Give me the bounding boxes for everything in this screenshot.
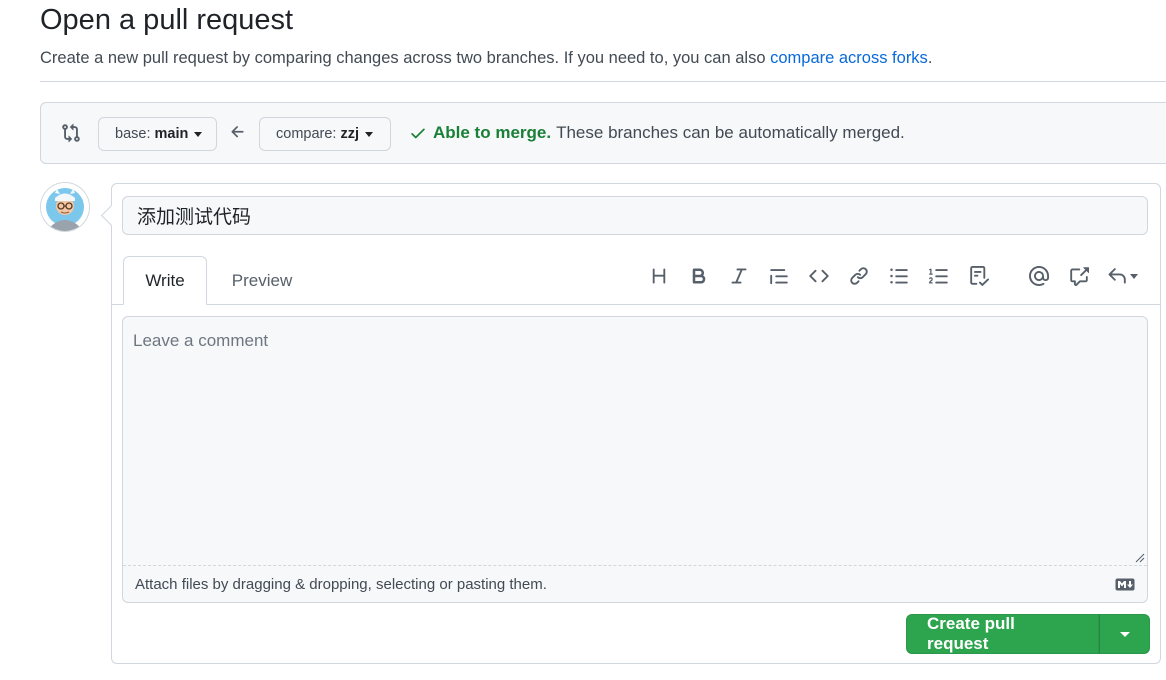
merge-status: Able to merge. These branches can be aut… xyxy=(409,123,905,143)
attach-files-bar[interactable]: Attach files by dragging & dropping, sel… xyxy=(123,565,1147,602)
create-pr-button-group: Create pull request xyxy=(906,614,1150,654)
saved-replies-icon[interactable] xyxy=(1107,264,1147,288)
chevron-down-icon xyxy=(194,131,203,137)
merge-description: These branches can be automatically merg… xyxy=(556,123,905,142)
ordered-list-icon[interactable] xyxy=(927,264,951,288)
code-icon[interactable] xyxy=(807,264,831,288)
avatar[interactable] xyxy=(40,182,90,232)
page-title: Open a pull request xyxy=(40,4,294,36)
tab-write[interactable]: Write xyxy=(123,256,207,305)
pull-request-form: 添加测试代码 Write Preview Attach files by dra… xyxy=(111,183,1161,664)
bold-icon[interactable] xyxy=(687,264,711,288)
cross-reference-icon[interactable] xyxy=(1067,264,1091,288)
pr-title-input[interactable]: 添加测试代码 xyxy=(122,196,1148,235)
subtitle-text: Create a new pull request by comparing c… xyxy=(40,49,771,67)
user-avatar-image xyxy=(41,183,89,231)
chevron-down-icon xyxy=(1119,631,1130,637)
git-compare-icon xyxy=(62,123,80,143)
heading-icon[interactable] xyxy=(647,264,671,288)
italic-icon[interactable] xyxy=(727,264,751,288)
markdown-icon[interactable] xyxy=(1115,578,1135,591)
link-icon[interactable] xyxy=(847,264,871,288)
attach-files-text: Attach files by dragging & dropping, sel… xyxy=(135,575,547,593)
comment-editor: Attach files by dragging & dropping, sel… xyxy=(122,316,1148,603)
comment-textarea[interactable] xyxy=(123,317,1147,565)
check-icon xyxy=(411,128,425,139)
unordered-list-icon[interactable] xyxy=(887,264,911,288)
able-to-merge-label: Able to merge. xyxy=(433,123,552,142)
subtitle-end: . xyxy=(927,49,933,67)
chevron-down-icon xyxy=(1130,273,1138,279)
compare-label: compare: xyxy=(276,126,337,142)
resize-handle-icon[interactable] xyxy=(1133,551,1145,563)
compare-across-forks-link[interactable]: compare across forks xyxy=(770,49,928,67)
divider xyxy=(40,81,1166,82)
chevron-down-icon xyxy=(364,131,373,137)
tab-preview[interactable]: Preview xyxy=(224,256,300,305)
compare-branch-button[interactable]: compare: zzj xyxy=(259,117,391,151)
compare-branch-name: zzj xyxy=(340,126,359,142)
task-list-icon[interactable] xyxy=(967,264,991,288)
page-subtitle: Create a new pull request by comparing c… xyxy=(40,49,932,68)
base-label: base: xyxy=(115,126,151,142)
base-branch-name: main xyxy=(154,126,189,142)
create-pr-options-dropdown[interactable] xyxy=(1099,614,1150,654)
arrow-left-icon xyxy=(231,126,244,138)
mention-icon[interactable] xyxy=(1027,264,1051,288)
create-pull-request-button[interactable]: Create pull request xyxy=(906,614,1099,654)
branch-range-bar: base: main compare: zzj Able to merge. The… xyxy=(40,102,1166,164)
base-branch-button[interactable]: base: main xyxy=(98,117,217,151)
quote-icon[interactable] xyxy=(767,264,791,288)
